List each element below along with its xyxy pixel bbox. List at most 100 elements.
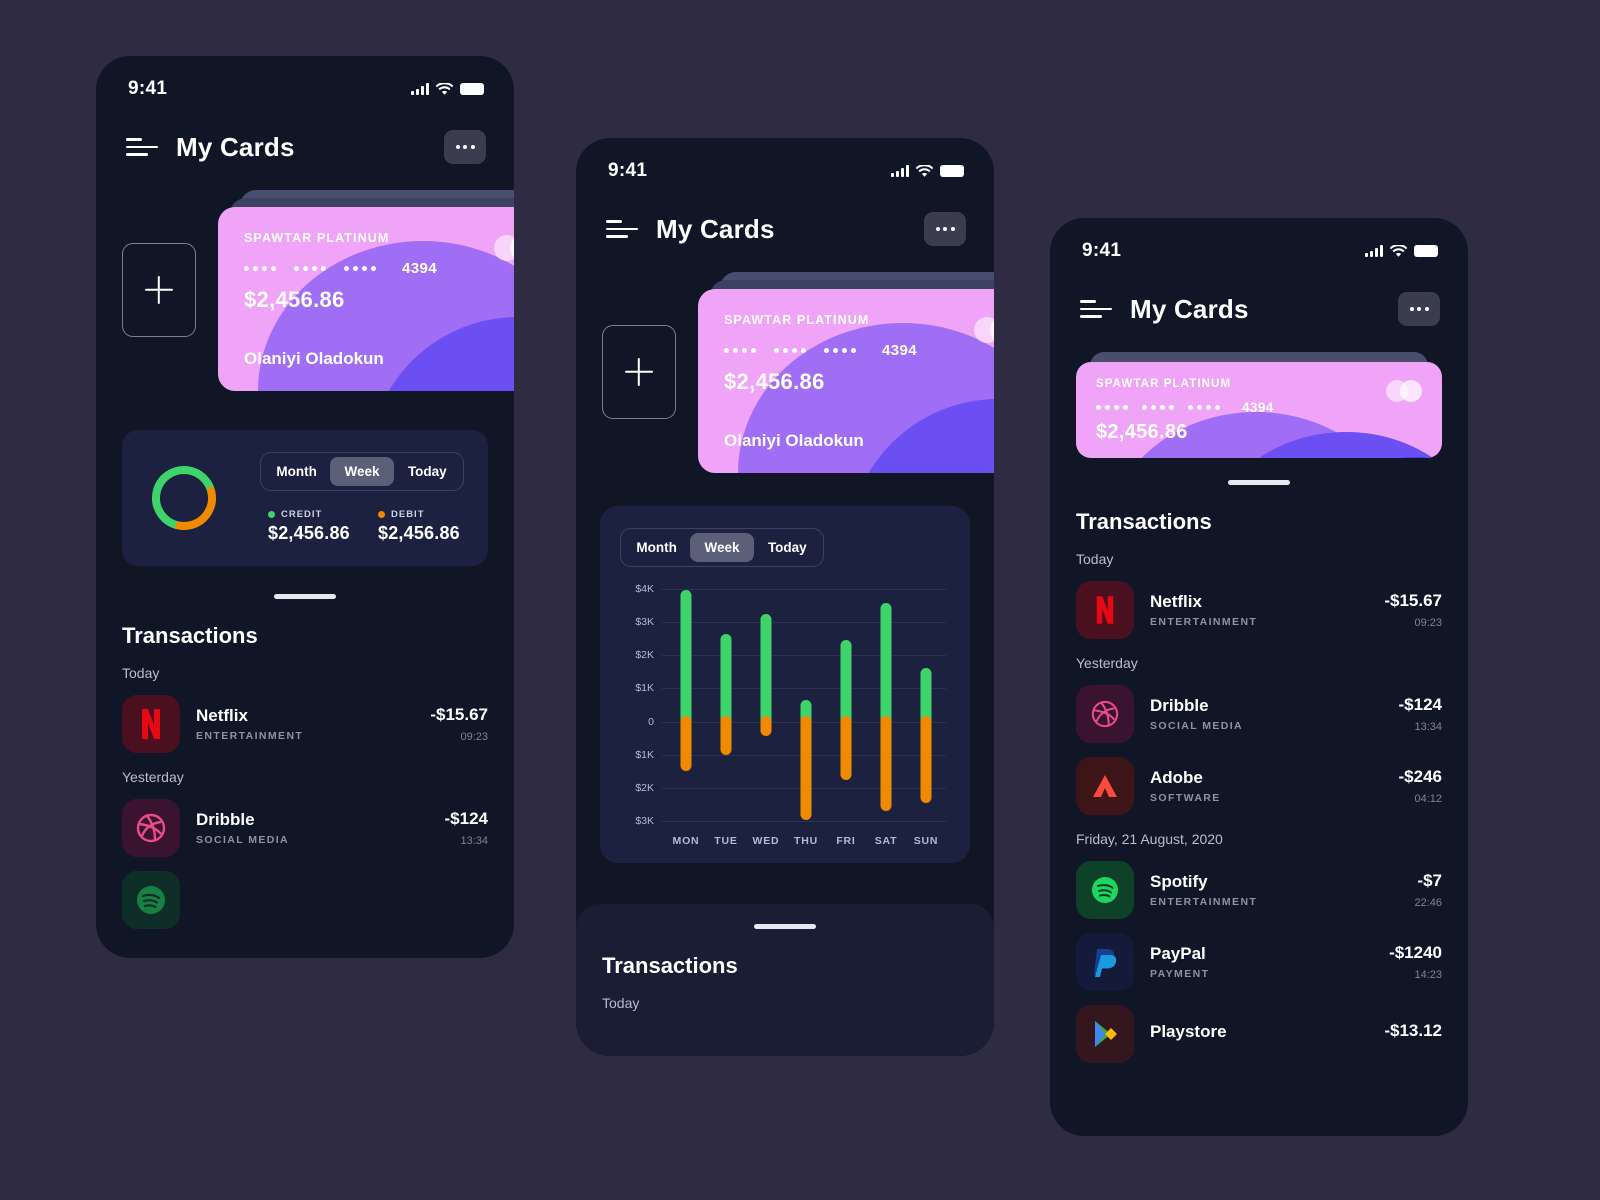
credit-card[interactable]: SPAWTAR PLATINUM 4394 $2,456.86: [1076, 362, 1442, 458]
cellular-bars-icon: [411, 83, 429, 95]
card-brand: SPAWTAR PLATINUM: [1096, 378, 1232, 390]
chart-bar-debit: [680, 715, 692, 771]
chart-x-tick-label: SUN: [913, 835, 939, 847]
segment-today[interactable]: Today: [756, 533, 819, 562]
card-number: 4394: [1096, 400, 1422, 415]
more-options-icon[interactable]: [444, 130, 486, 164]
hamburger-menu-icon[interactable]: [1080, 300, 1112, 318]
transaction-row[interactable]: PayPal PAYMENT -$1240 14:23: [1050, 919, 1468, 991]
transaction-time: 13:34: [460, 834, 488, 847]
netflix-icon: [1076, 580, 1134, 639]
netflix-icon: [122, 694, 180, 753]
app-header: My Cards: [576, 190, 994, 246]
transaction-row[interactable]: Dribble SOCIAL MEDIA -$124 13:34: [1050, 671, 1468, 743]
transaction-amount: -$7: [1417, 870, 1442, 890]
status-bar-icons: [891, 164, 964, 178]
transactions-group-label: Yesterday: [122, 768, 184, 785]
hamburger-menu-icon[interactable]: [126, 138, 158, 156]
credit-card[interactable]: SPAWTAR PLATINUM 4394 $2,456.86 Olaniyi …: [218, 207, 514, 391]
stats-panel: Month Week Today CREDIT $2,456.86 DEBIT …: [122, 430, 488, 566]
chart-bar-debit: [720, 715, 732, 756]
card-dots-group-3: [1188, 405, 1220, 410]
status-bar-time: 9:41: [1082, 240, 1122, 261]
chart-bar-group[interactable]: [826, 589, 866, 821]
chart-bar-group[interactable]: [786, 589, 826, 821]
transaction-amount: -$1240: [1389, 942, 1442, 962]
mastercard-circles-icon: [494, 235, 514, 261]
card-stack: SPAWTAR PLATINUM 4394 $2,456.86 Olaniyi …: [698, 272, 994, 473]
chart-y-tick-label: $2K: [635, 649, 654, 662]
card-balance: $2,456.86: [244, 287, 345, 312]
chart-bar-credit: [880, 602, 892, 728]
segment-month[interactable]: Month: [625, 533, 688, 562]
credit-debit-donut-chart: [146, 460, 222, 536]
card-number: 4394: [244, 260, 514, 277]
chart-bar-group[interactable]: [706, 589, 746, 821]
card-holder-name: Olaniyi Oladokun: [244, 349, 384, 368]
chart-bar-credit: [720, 634, 732, 728]
credit-card[interactable]: SPAWTAR PLATINUM 4394 $2,456.86 Olaniyi …: [698, 289, 994, 473]
legend-credit-label: CREDIT: [281, 509, 323, 520]
status-bar: 9:41: [576, 138, 994, 190]
chart-bar-group[interactable]: [746, 589, 786, 821]
transactions-title: Transactions: [602, 952, 738, 978]
transaction-name: Netflix: [1150, 591, 1202, 611]
card-carousel: SPAWTAR PLATINUM 4394 $2,456.86 Olaniyi …: [96, 190, 514, 391]
transaction-amount: -$13.12: [1384, 1020, 1442, 1040]
phone-mockup-3: 9:41 My Cards SPAWTAR PLATINUM 4394 $2,4…: [1050, 218, 1468, 1136]
google-play-icon: [1076, 1004, 1134, 1063]
chart-bar-debit: [920, 715, 932, 803]
hamburger-menu-icon[interactable]: [606, 220, 638, 238]
transactions-group-label: Today: [122, 664, 160, 681]
transactions-sheet-2: Transactions Today: [576, 904, 994, 1056]
stats-right: Month Week Today CREDIT $2,456.86 DEBIT …: [246, 452, 464, 544]
card-carousel: SPAWTAR PLATINUM 4394 $2,456.86 Olaniyi …: [576, 272, 994, 473]
page-title: My Cards: [656, 213, 775, 244]
wifi-icon: [436, 82, 453, 95]
chart-y-tick-label: $1K: [635, 682, 654, 695]
transaction-row[interactable]: Netflix ENTERTAINMENT -$15.67 09:23: [96, 681, 514, 753]
segment-week[interactable]: Week: [330, 457, 394, 486]
battery-icon: [1414, 245, 1438, 257]
transactions-group-label: Friday, 21 August, 2020: [1076, 830, 1223, 847]
status-bar-time: 9:41: [608, 160, 648, 181]
transaction-row[interactable]: Playstore -$13.12: [1050, 991, 1468, 1063]
transaction-amount: -$15.67: [430, 704, 488, 724]
transaction-name: Adobe: [1150, 767, 1203, 787]
add-card-button[interactable]: [122, 243, 196, 337]
page-title: My Cards: [1130, 293, 1249, 324]
app-header: My Cards: [1050, 270, 1468, 326]
weekly-chart-card: Month Week Today $4K $3K $2K $1K 0 $1K $2K $3K …: [600, 506, 970, 863]
segment-month[interactable]: Month: [265, 457, 328, 486]
transactions-group-label: Today: [1076, 550, 1114, 567]
card-balance: $2,456.86: [724, 369, 825, 394]
spotify-icon: [122, 870, 180, 929]
more-options-icon[interactable]: [1398, 292, 1440, 326]
more-options-icon[interactable]: [924, 212, 966, 246]
chart-y-tick-label: $3K: [635, 815, 654, 827]
card-dots-group-1: [1096, 405, 1128, 410]
segment-week[interactable]: Week: [690, 533, 754, 562]
transaction-row[interactable]: Adobe SOFTWARE -$246 04:12: [1050, 743, 1468, 815]
card-last-four: 4394: [882, 342, 917, 359]
chart-bar-group[interactable]: [666, 589, 706, 821]
transaction-row[interactable]: Spotify ENTERTAINMENT -$7 22:46: [1050, 847, 1468, 919]
chart-bar-group[interactable]: [866, 589, 906, 821]
transaction-row[interactable]: [96, 857, 514, 929]
transaction-category: ENTERTAINMENT: [1150, 895, 1258, 908]
status-bar-icons: [1365, 244, 1438, 258]
transaction-row[interactable]: Dribble SOCIAL MEDIA -$124 13:34: [96, 785, 514, 857]
mastercard-circles-icon: [1386, 380, 1422, 402]
transactions-title: Transactions: [122, 622, 258, 648]
chart-bar-debit: [880, 715, 892, 812]
transaction-row[interactable]: Netflix ENTERTAINMENT -$15.67 09:23: [1050, 567, 1468, 639]
card-dots-group-2: [294, 266, 326, 271]
chart-bar-group[interactable]: [906, 589, 946, 821]
transactions-sheet-1: Transactions Today Netflix ENTERTAINMENT…: [96, 594, 514, 929]
add-card-button[interactable]: [602, 325, 676, 419]
segment-today[interactable]: Today: [396, 457, 459, 486]
app-header: My Cards: [96, 108, 514, 164]
chart-x-tick-label: WED: [752, 835, 780, 847]
status-bar-time: 9:41: [128, 78, 168, 99]
legend-debit: DEBIT $2,456.86: [378, 509, 464, 544]
